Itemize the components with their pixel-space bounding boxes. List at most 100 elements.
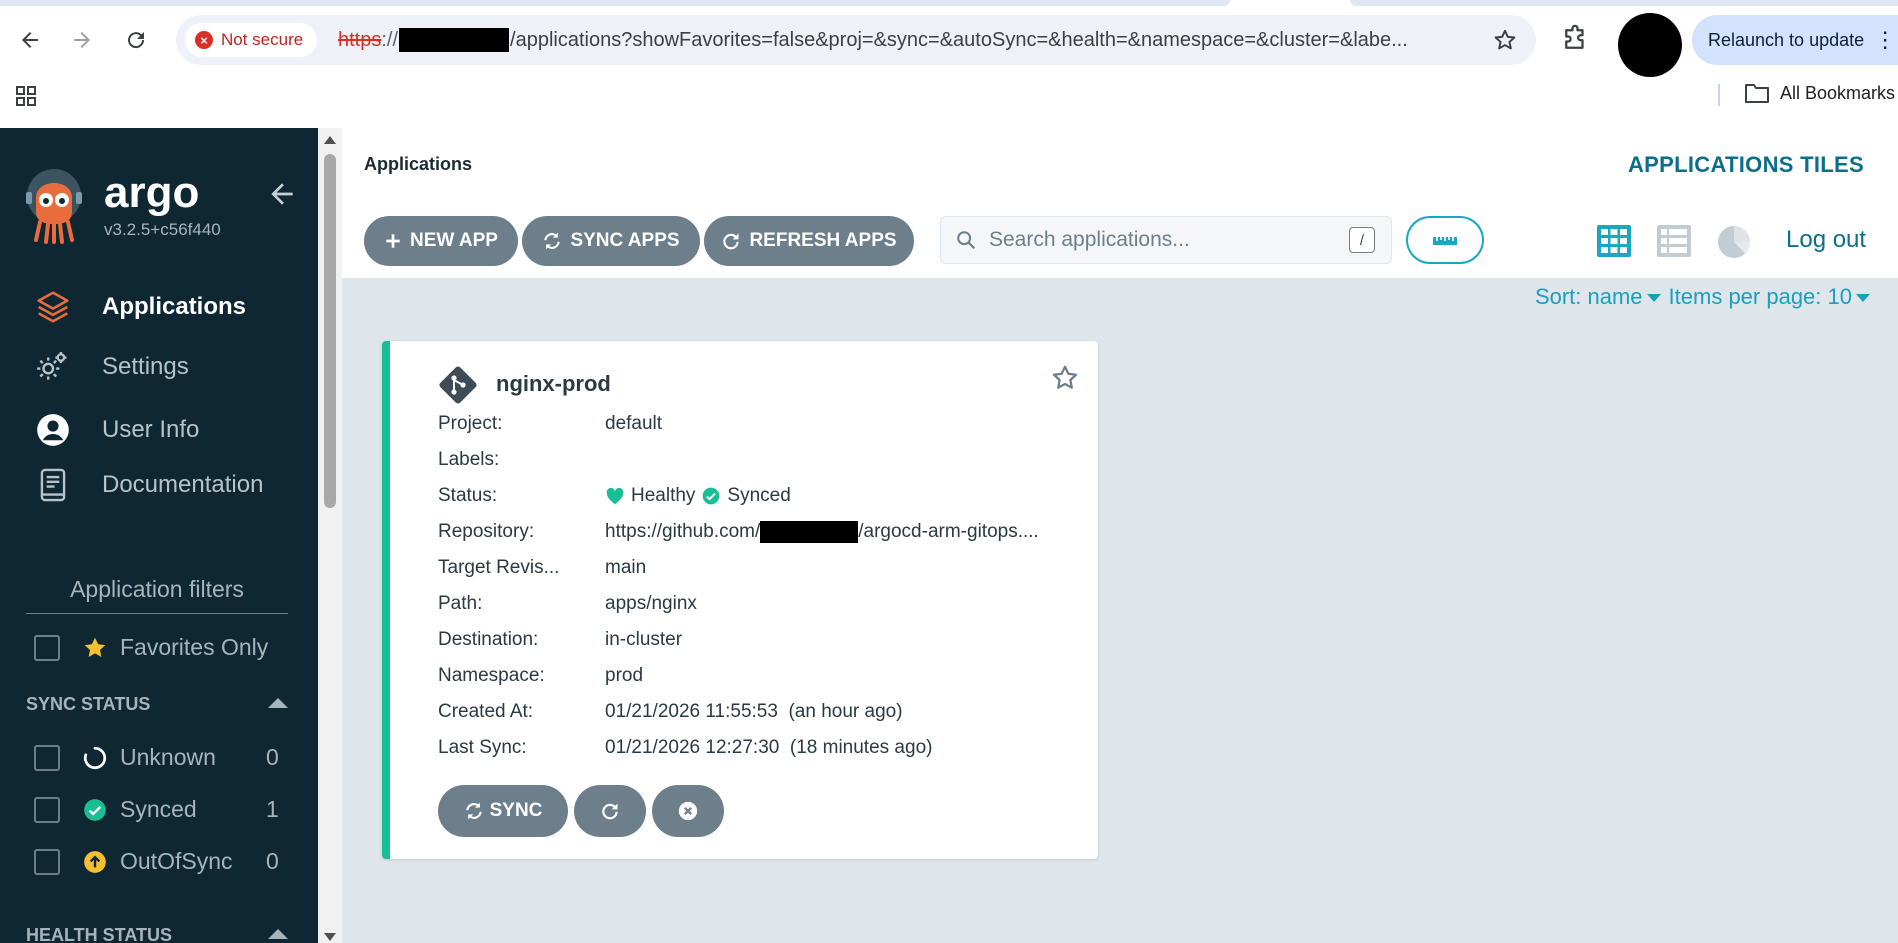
forward-button[interactable]	[64, 22, 100, 58]
relaunch-update-button[interactable]: Relaunch to update ⋮	[1692, 15, 1898, 65]
check-circle-icon	[82, 797, 108, 823]
nav-applications[interactable]: Applications	[34, 288, 246, 326]
sync-apps-label: SYNC APPS	[570, 230, 680, 251]
warning-icon: ×	[195, 31, 213, 49]
outofsync-count: 0	[266, 848, 279, 874]
summary-pie-chart-icon[interactable]	[1716, 224, 1752, 258]
favorites-checkbox[interactable]	[34, 634, 60, 661]
favorites-filter[interactable]: Favorites Only	[34, 634, 268, 661]
nav-applications-label: Applications	[102, 293, 247, 320]
redacted-host	[399, 28, 510, 52]
arrow-right-icon	[74, 32, 90, 48]
unknown-label: Unknown	[120, 744, 216, 770]
address-bar[interactable]: × Not secure https:// /applications?showF…	[176, 15, 1536, 65]
back-button[interactable]	[12, 22, 48, 58]
health-status-header[interactable]: HEALTH STATUS	[26, 925, 288, 943]
new-app-label: NEW APP	[410, 230, 498, 251]
star-icon	[82, 635, 108, 661]
redo-icon	[723, 233, 740, 250]
destination-label: Destination:	[438, 629, 539, 650]
collapse-up-icon[interactable]	[268, 929, 288, 939]
collapse-up-icon[interactable]	[268, 698, 288, 708]
field-revision: Target Revis... main	[438, 557, 646, 579]
sync-filter-unknown[interactable]: Unknown 0	[34, 744, 279, 771]
lastsync-label: Last Sync:	[438, 737, 527, 758]
collapse-sidebar-arrow-icon[interactable]	[266, 178, 298, 210]
new-app-button[interactable]: NEW APP	[364, 216, 518, 266]
main-content: Applications APPLICATIONS TILES NEW APP …	[342, 128, 1898, 943]
revision-value: main	[605, 557, 647, 578]
sync-status-header[interactable]: SYNC STATUS	[26, 694, 288, 715]
favorite-star-icon[interactable]	[1050, 363, 1080, 393]
url-path: /applications?showFavorites=false&proj=&…	[510, 28, 1408, 51]
created-label: Created At:	[438, 701, 534, 722]
search-box[interactable]: /	[940, 216, 1392, 264]
extensions-puzzle-icon[interactable]	[1560, 24, 1590, 54]
ruler-toggle-button[interactable]	[1406, 216, 1484, 264]
plus-icon	[386, 234, 400, 248]
active-tab[interactable]	[0, 0, 1230, 6]
nav-user-info[interactable]: User Info	[34, 411, 199, 449]
synced-checkbox[interactable]	[34, 796, 60, 823]
repo-prefix: https://github.com/	[605, 521, 761, 542]
list-view-icon[interactable]	[1656, 224, 1692, 258]
times-circle-icon	[678, 801, 698, 821]
path-value: apps/nginx	[605, 593, 697, 614]
argo-octopus-logo[interactable]	[24, 168, 84, 244]
refresh-apps-label: REFRESH APPS	[749, 230, 897, 251]
security-label: Not secure	[221, 30, 304, 49]
lastsync-value: 01/21/2026 12:27:30 (18 minutes ago)	[605, 737, 933, 758]
nav-documentation[interactable]: Documentation	[34, 466, 263, 504]
redo-icon	[602, 803, 618, 820]
destination-value: in-cluster	[605, 629, 683, 650]
reload-button[interactable]	[118, 22, 154, 58]
breadcrumb[interactable]: Applications	[364, 154, 472, 175]
search-input[interactable]	[987, 227, 1331, 253]
app-tile[interactable]: nginx-prod Project: default Labels: Stat…	[382, 341, 1098, 859]
app-delete-button[interactable]	[652, 785, 724, 837]
sync-filter-outofsync[interactable]: OutOfSync 0	[34, 848, 279, 875]
scroll-up-arrow[interactable]	[324, 136, 336, 144]
app-name[interactable]: nginx-prod	[496, 371, 611, 397]
more-vert-icon[interactable]: ⋮	[1874, 27, 1896, 53]
bookmark-divider	[1718, 84, 1720, 106]
sync-filter-synced[interactable]: Synced 1	[34, 796, 279, 823]
repository-value[interactable]: https://github.com/ /argocd-arm-gitops...…	[605, 521, 1039, 543]
per-page-dropdown[interactable]: Items per page: 10	[1669, 284, 1870, 310]
labels-label: Labels:	[438, 449, 500, 470]
app-refresh-button[interactable]	[574, 785, 646, 837]
project-value: default	[605, 413, 663, 434]
brand-name: argo	[104, 168, 200, 217]
sync-apps-button[interactable]: SYNC APPS	[522, 216, 700, 266]
created-value: 01/21/2026 11:55:53 (an hour ago)	[605, 701, 903, 722]
scroll-thumb[interactable]	[324, 154, 336, 508]
all-bookmarks-label: All Bookmarks	[1780, 82, 1896, 103]
path-label: Path:	[438, 593, 483, 614]
logout-link[interactable]: Log out	[1786, 226, 1866, 254]
heart-icon	[606, 487, 624, 505]
bookmark-star-icon[interactable]	[1492, 27, 1518, 53]
url-text[interactable]: https:// /applications?showFavorites=fals…	[338, 28, 1408, 52]
unknown-checkbox[interactable]	[34, 744, 60, 771]
layers-icon	[34, 288, 72, 326]
refresh-apps-button[interactable]: REFRESH APPS	[704, 216, 914, 266]
status-label: Status:	[438, 485, 498, 506]
sort-dropdown[interactable]: Sort: name	[1535, 284, 1661, 310]
synced-label: Synced	[120, 796, 197, 822]
app-sync-button[interactable]: SYNC	[438, 785, 568, 837]
outofsync-checkbox[interactable]	[34, 848, 60, 875]
nav-settings[interactable]: Settings	[34, 348, 189, 386]
relaunch-label: Relaunch to update	[1708, 29, 1865, 50]
apps-grid-icon[interactable]	[14, 84, 38, 108]
synced-count: 1	[266, 796, 279, 822]
sidebar-scrollbar[interactable]	[318, 128, 342, 943]
scroll-down-arrow[interactable]	[324, 933, 336, 941]
security-chip[interactable]: × Not secure	[185, 23, 318, 57]
sidebar: argo v3.2.5+c56f440 Applications Setting…	[0, 128, 318, 943]
repo-suffix: /argocd-arm-gitops....	[858, 521, 1039, 542]
inactive-tab[interactable]	[1350, 0, 1898, 6]
profile-avatar[interactable]	[1618, 13, 1682, 77]
top-bar: Applications APPLICATIONS TILES	[342, 128, 1898, 201]
tiles-view-grid-icon[interactable]	[1596, 224, 1632, 258]
all-bookmarks-button[interactable]: All Bookmarks	[1744, 82, 1895, 104]
